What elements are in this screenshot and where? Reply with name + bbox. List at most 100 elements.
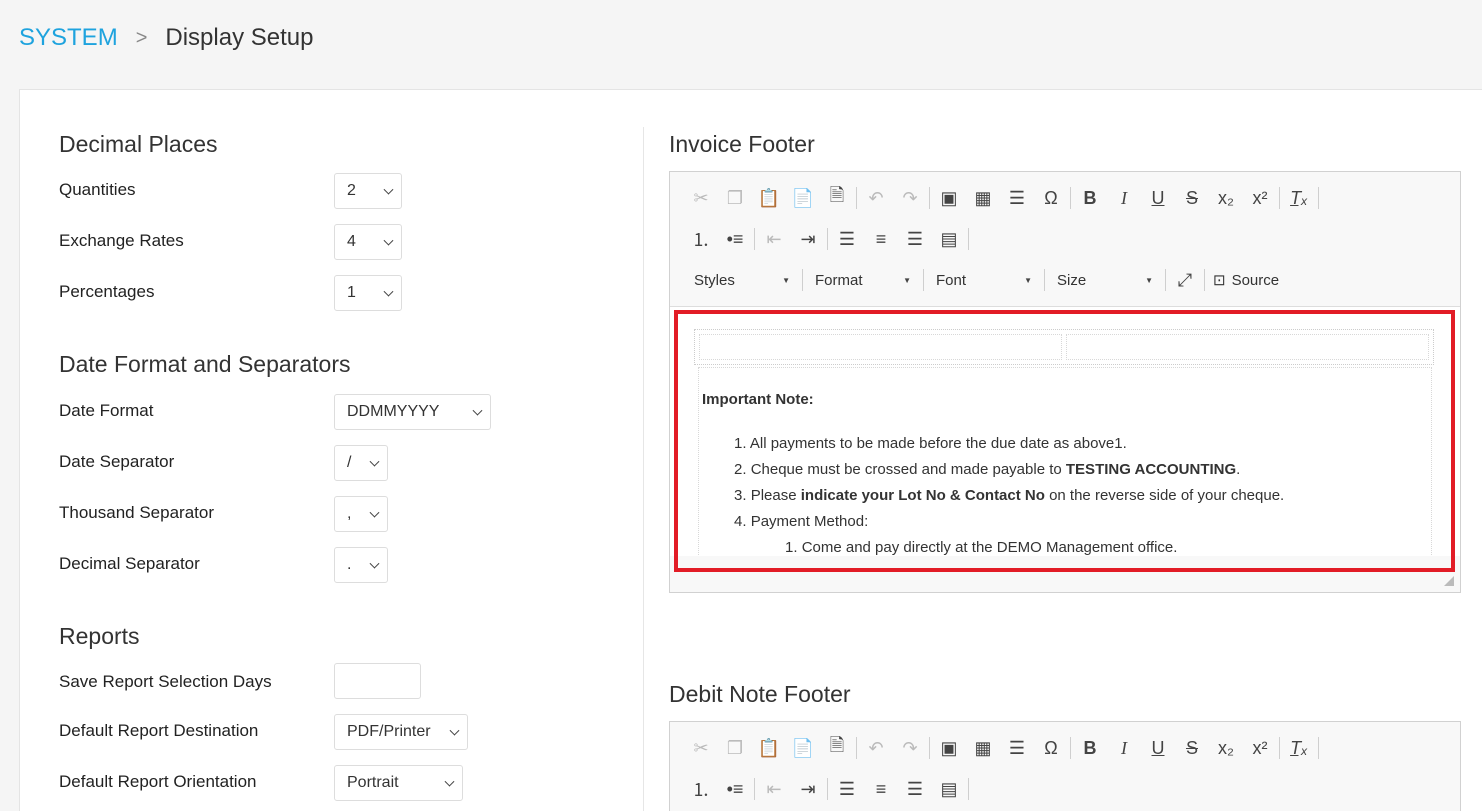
- select-value: 2: [347, 182, 356, 199]
- undo-icon[interactable]: ↶: [859, 183, 893, 213]
- horizontal-line-icon[interactable]: ☰: [1000, 183, 1034, 213]
- select-value: 4: [347, 233, 356, 250]
- font-combo[interactable]: Font ▼: [926, 265, 1042, 295]
- chevron-down-icon: ▼: [1145, 275, 1153, 285]
- numbered-list-icon[interactable]: ⒈: [684, 224, 718, 254]
- label-percentages: Percentages: [59, 282, 155, 301]
- label-quantities: Quantities: [59, 180, 136, 199]
- chevron-down-icon: ▼: [1024, 275, 1032, 285]
- select-quantities[interactable]: 2: [334, 173, 402, 209]
- breadcrumb-system-link[interactable]: SYSTEM: [19, 24, 118, 52]
- chevron-down-icon: ▼: [782, 275, 790, 285]
- toolbar-separator: [923, 269, 924, 291]
- table-icon[interactable]: ▦: [966, 733, 1000, 763]
- select-date-format[interactable]: DDMMYYYY: [334, 394, 491, 430]
- image-icon[interactable]: ▣: [932, 733, 966, 763]
- select-date-separator[interactable]: /: [334, 445, 388, 481]
- align-center-icon[interactable]: ≡: [864, 224, 898, 254]
- select-value: PDF/Printer: [347, 723, 431, 740]
- select-value: /: [347, 454, 352, 471]
- image-icon[interactable]: ▣: [932, 183, 966, 213]
- maximize-icon[interactable]: ⤢: [1168, 265, 1202, 295]
- redo-icon[interactable]: ↷: [893, 183, 927, 213]
- special-char-icon[interactable]: Ω: [1034, 733, 1068, 763]
- align-center-icon[interactable]: ≡: [864, 774, 898, 804]
- select-report-destination[interactable]: PDF/Printer: [334, 714, 468, 750]
- align-left-icon[interactable]: ☰: [830, 774, 864, 804]
- undo-icon[interactable]: ↶: [859, 733, 893, 763]
- styles-combo[interactable]: Styles ▼: [684, 265, 800, 295]
- editor-toolbar-row-2: ⒈ •≡ ⇤ ⇥ ☰ ≡ ☰ ▤: [684, 774, 971, 804]
- align-right-icon[interactable]: ☰: [898, 774, 932, 804]
- paste-text-icon[interactable]: 📄: [786, 183, 820, 213]
- cut-icon[interactable]: ✂: [684, 183, 718, 213]
- toolbar-separator: [1070, 737, 1071, 759]
- select-exchange-rates[interactable]: 4: [334, 224, 402, 260]
- cut-icon[interactable]: ✂: [684, 733, 718, 763]
- italic-icon[interactable]: I: [1107, 733, 1141, 763]
- indent-icon[interactable]: ⇥: [791, 774, 825, 804]
- select-report-orientation[interactable]: Portrait: [334, 765, 463, 801]
- indent-icon[interactable]: ⇥: [791, 224, 825, 254]
- size-combo[interactable]: Size ▼: [1047, 265, 1163, 295]
- select-value: .: [347, 556, 352, 573]
- strike-icon[interactable]: S: [1175, 733, 1209, 763]
- horizontal-line-icon[interactable]: ☰: [1000, 733, 1034, 763]
- source-button[interactable]: ⊡ Source: [1207, 265, 1285, 295]
- invoice-footer-title: Invoice Footer: [669, 131, 815, 157]
- chevron-down-icon: [369, 507, 380, 518]
- subscript-icon[interactable]: x₂: [1209, 183, 1243, 213]
- copy-icon[interactable]: ❐: [718, 733, 752, 763]
- special-char-icon[interactable]: Ω: [1034, 183, 1068, 213]
- bulleted-list-icon[interactable]: •≡: [718, 224, 752, 254]
- numbered-list-icon[interactable]: ⒈: [684, 774, 718, 804]
- strike-icon[interactable]: S: [1175, 183, 1209, 213]
- format-combo[interactable]: Format ▼: [805, 265, 921, 295]
- label-default-report-orientation: Default Report Orientation: [59, 772, 257, 791]
- select-thousand-separator[interactable]: ,: [334, 496, 388, 532]
- section-date-format: Date Format and Separators: [59, 351, 351, 377]
- input-save-report-days[interactable]: [334, 663, 421, 699]
- outdent-icon[interactable]: ⇤: [757, 774, 791, 804]
- justify-icon[interactable]: ▤: [932, 774, 966, 804]
- styles-combo-label: Styles: [694, 271, 735, 289]
- superscript-icon[interactable]: x²: [1243, 183, 1277, 213]
- underline-icon[interactable]: U: [1141, 733, 1175, 763]
- superscript-icon[interactable]: x²: [1243, 733, 1277, 763]
- column-divider: [643, 127, 644, 811]
- toolbar-separator: [1318, 187, 1319, 209]
- paste-icon[interactable]: 📋: [752, 183, 786, 213]
- remove-format-icon[interactable]: Tₓ: [1282, 733, 1316, 763]
- align-left-icon[interactable]: ☰: [830, 224, 864, 254]
- chevron-down-icon: [449, 725, 460, 736]
- bold-icon[interactable]: B: [1073, 733, 1107, 763]
- redo-icon[interactable]: ↷: [893, 733, 927, 763]
- source-button-label: Source: [1231, 271, 1280, 289]
- select-value: 1: [347, 284, 356, 301]
- toolbar-separator: [1165, 269, 1166, 291]
- paste-word-icon[interactable]: 🗎: [820, 733, 854, 763]
- paste-word-icon[interactable]: 🗎: [820, 183, 854, 213]
- toolbar-separator: [1318, 737, 1319, 759]
- toolbar-separator: [802, 269, 803, 291]
- font-combo-label: Font: [936, 271, 967, 289]
- editor-toolbar-row-1: ✂ ❐ 📋 📄 🗎 ↶ ↷ ▣ ▦ ☰ Ω B I U S x₂ x² Tₓ: [684, 733, 1321, 763]
- select-decimal-separator[interactable]: .: [334, 547, 388, 583]
- underline-icon[interactable]: U: [1141, 183, 1175, 213]
- table-icon[interactable]: ▦: [966, 183, 1000, 213]
- paste-icon[interactable]: 📋: [752, 733, 786, 763]
- select-percentages[interactable]: 1: [334, 275, 402, 311]
- justify-icon[interactable]: ▤: [932, 224, 966, 254]
- toolbar-separator: [1279, 737, 1280, 759]
- copy-icon[interactable]: ❐: [718, 183, 752, 213]
- italic-icon[interactable]: I: [1107, 183, 1141, 213]
- resize-handle[interactable]: [1444, 576, 1454, 586]
- align-right-icon[interactable]: ☰: [898, 224, 932, 254]
- bulleted-list-icon[interactable]: •≡: [718, 774, 752, 804]
- subscript-icon[interactable]: x₂: [1209, 733, 1243, 763]
- remove-format-icon[interactable]: Tₓ: [1282, 183, 1316, 213]
- outdent-icon[interactable]: ⇤: [757, 224, 791, 254]
- toolbar-separator: [1279, 187, 1280, 209]
- bold-icon[interactable]: B: [1073, 183, 1107, 213]
- paste-text-icon[interactable]: 📄: [786, 733, 820, 763]
